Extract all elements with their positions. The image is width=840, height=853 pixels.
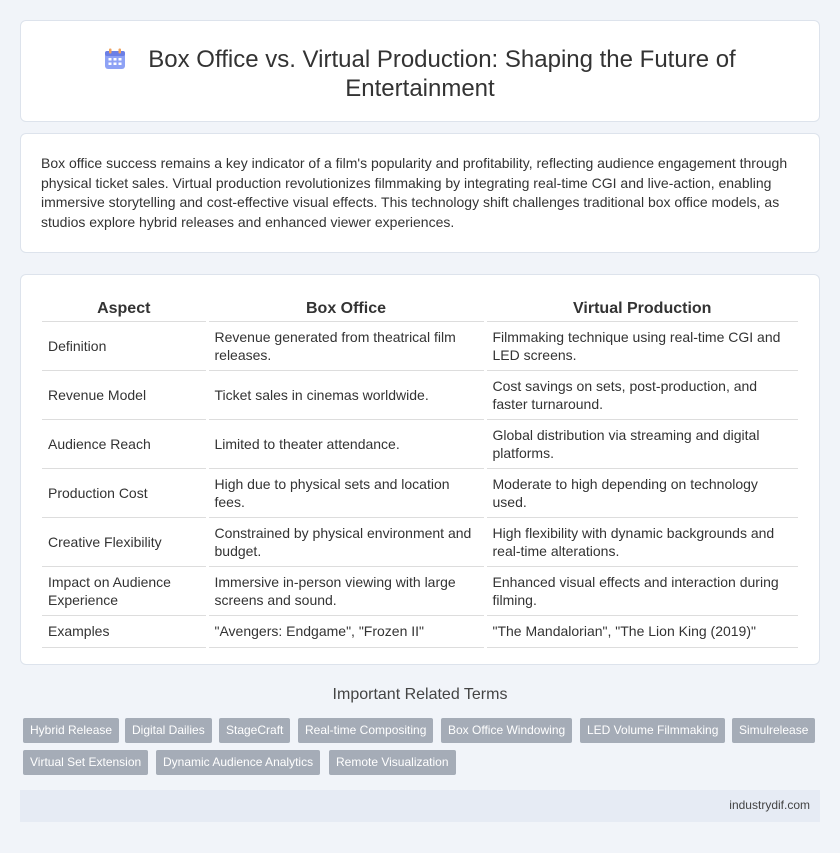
table-row: Examples "Avengers: Endgame", "Frozen II… <box>42 615 798 648</box>
header-aspect: Aspect <box>42 297 207 322</box>
calendar-icon <box>105 48 126 69</box>
footer: industrydif.com <box>20 790 820 822</box>
row-virtual-production: Moderate to high depending on technology… <box>483 468 798 518</box>
row-virtual-production: Enhanced visual effects and interaction … <box>483 566 798 616</box>
tag-digital-dailies[interactable]: Digital Dailies <box>125 718 212 743</box>
footer-site[interactable]: industrydif.com <box>729 798 810 812</box>
tag-stagecraft[interactable]: StageCraft <box>219 718 291 743</box>
row-box-office: High due to physical sets and location f… <box>205 468 485 518</box>
row-box-office: Ticket sales in cinemas worldwide. <box>205 370 485 420</box>
row-box-office: Constrained by physical environment and … <box>205 517 485 567</box>
table-header-row: Aspect Box Office Virtual Production <box>42 297 798 322</box>
row-virtual-production: Global distribution via streaming and di… <box>483 419 798 469</box>
tag-remote-visualization[interactable]: Remote Visualization <box>329 750 456 775</box>
table-row: Revenue Model Ticket sales in cinemas wo… <box>42 370 798 420</box>
intro-card: Box office success remains a key indicat… <box>20 133 820 253</box>
row-virtual-production: High flexibility with dynamic background… <box>483 517 798 567</box>
header-virtual-production: Virtual Production <box>483 297 798 322</box>
row-aspect: Creative Flexibility <box>42 517 207 567</box>
table-row: Creative Flexibility Constrained by phys… <box>42 517 798 567</box>
table-row: Definition Revenue generated from theatr… <box>42 321 798 371</box>
tag-box-office-windowing[interactable]: Box Office Windowing <box>441 718 573 743</box>
row-aspect: Audience Reach <box>42 419 207 469</box>
page: Box Office vs. Virtual Production: Shapi… <box>0 0 840 853</box>
row-box-office: Immersive in-person viewing with large s… <box>205 566 485 616</box>
related-terms-title: Important Related Terms <box>332 686 508 703</box>
table-row: Production Cost High due to physical set… <box>42 468 798 518</box>
row-aspect: Revenue Model <box>42 370 207 420</box>
row-virtual-production: "The Mandalorian", "The Lion King (2019)… <box>483 615 798 648</box>
title-card: Box Office vs. Virtual Production: Shapi… <box>20 20 820 122</box>
tag-dynamic-audience-analytics[interactable]: Dynamic Audience Analytics <box>156 750 321 775</box>
table-row: Audience Reach Limited to theater attend… <box>42 419 798 469</box>
row-aspect: Examples <box>42 615 207 648</box>
table-row: Impact on Audience Experience Immersive … <box>42 566 798 616</box>
row-virtual-production: Filmmaking technique using real-time CGI… <box>483 321 798 371</box>
page-title: Box Office vs. Virtual Production: Shapi… <box>21 45 819 103</box>
title-line-2: Entertainment <box>345 75 495 102</box>
tag-led-volume-filmmaking[interactable]: LED Volume Filmmaking <box>580 718 726 743</box>
comparison-card: Aspect Box Office Virtual Production Def… <box>20 274 820 665</box>
tag-real-time-compositing[interactable]: Real-time Compositing <box>298 718 434 743</box>
intro-paragraph: Box office success remains a key indicat… <box>41 155 788 230</box>
row-aspect: Definition <box>42 321 207 371</box>
row-box-office: "Avengers: Endgame", "Frozen II" <box>205 615 485 648</box>
row-box-office: Limited to theater attendance. <box>205 419 485 469</box>
row-virtual-production: Cost savings on sets, post-production, a… <box>483 370 798 420</box>
row-aspect: Impact on Audience Experience <box>42 566 207 616</box>
comparison-table: Aspect Box Office Virtual Production Def… <box>42 297 798 648</box>
tag-virtual-set-extension[interactable]: Virtual Set Extension <box>23 750 149 775</box>
tag-hybrid-release[interactable]: Hybrid Release <box>23 718 120 743</box>
row-aspect: Production Cost <box>42 468 207 518</box>
row-box-office: Revenue generated from theatrical film r… <box>205 321 485 371</box>
tag-simulrelease[interactable]: Simulrelease <box>732 718 816 743</box>
title-line-1: Box Office vs. Virtual Production: Shapi… <box>148 46 736 73</box>
header-box-office: Box Office <box>205 297 485 322</box>
